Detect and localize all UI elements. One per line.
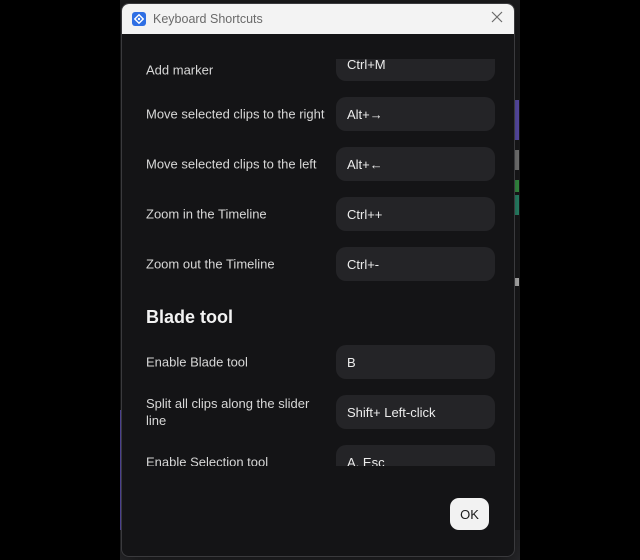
keyboard-shortcuts-dialog: Keyboard Shortcuts Add marker Ctrl+M Mov… <box>121 3 515 557</box>
shortcut-label: Enable Blade tool <box>146 354 248 370</box>
dialog-title: Keyboard Shortcuts <box>153 12 263 26</box>
shortcut-row-enable-blade: Enable Blade tool B <box>122 345 514 379</box>
shortcut-label: Zoom out the Timeline <box>146 256 275 272</box>
shortcut-row-zoom-in: Zoom in the Timeline Ctrl++ <box>122 197 514 231</box>
shortcut-row-split-clips: Split all clips along the slider line Sh… <box>122 395 514 429</box>
shortcut-row-zoom-out: Zoom out the Timeline Ctrl+- <box>122 247 514 281</box>
shortcut-label: Zoom in the Timeline <box>146 206 267 222</box>
shortcut-label: Move selected clips to the right <box>146 106 325 122</box>
ok-button[interactable]: OK <box>450 498 489 530</box>
shortcuts-list[interactable]: Add marker Ctrl+M Move selected clips to… <box>122 59 514 466</box>
shortcut-key-field[interactable]: Ctrl++ <box>336 197 495 231</box>
shortcut-row-move-left: Move selected clips to the left Alt+← <box>122 147 514 181</box>
shortcut-row-enable-selection: Enable Selection tool A, Esc <box>122 445 514 466</box>
close-icon <box>491 10 503 28</box>
shortcut-key-field[interactable]: Alt+→ <box>336 97 495 131</box>
section-title-blade-tool: Blade tool <box>146 307 234 327</box>
shortcut-key-field[interactable]: Ctrl+M <box>336 59 495 81</box>
shortcut-row-move-right: Move selected clips to the right Alt+→ <box>122 97 514 131</box>
shortcut-label: Enable Selection tool <box>146 454 269 467</box>
shortcut-key-field[interactable]: Shift+ Left-click <box>336 395 495 429</box>
shortcut-row-add-marker: Add marker Ctrl+M <box>122 59 514 81</box>
shortcut-key-field[interactable]: B <box>336 345 495 379</box>
app-logo-icon <box>132 12 146 26</box>
shortcut-label: Move selected clips to the left <box>146 156 317 172</box>
shortcut-label: Split all clips along the slider line <box>146 396 310 428</box>
title-bar: Keyboard Shortcuts <box>122 4 514 34</box>
shortcut-key-field[interactable]: Ctrl+- <box>336 247 495 281</box>
close-button[interactable] <box>486 8 508 30</box>
shortcut-key-field[interactable]: Alt+← <box>336 147 495 181</box>
shortcut-label: Add marker <box>146 62 214 78</box>
shortcut-key-field[interactable]: A, Esc <box>336 445 495 466</box>
